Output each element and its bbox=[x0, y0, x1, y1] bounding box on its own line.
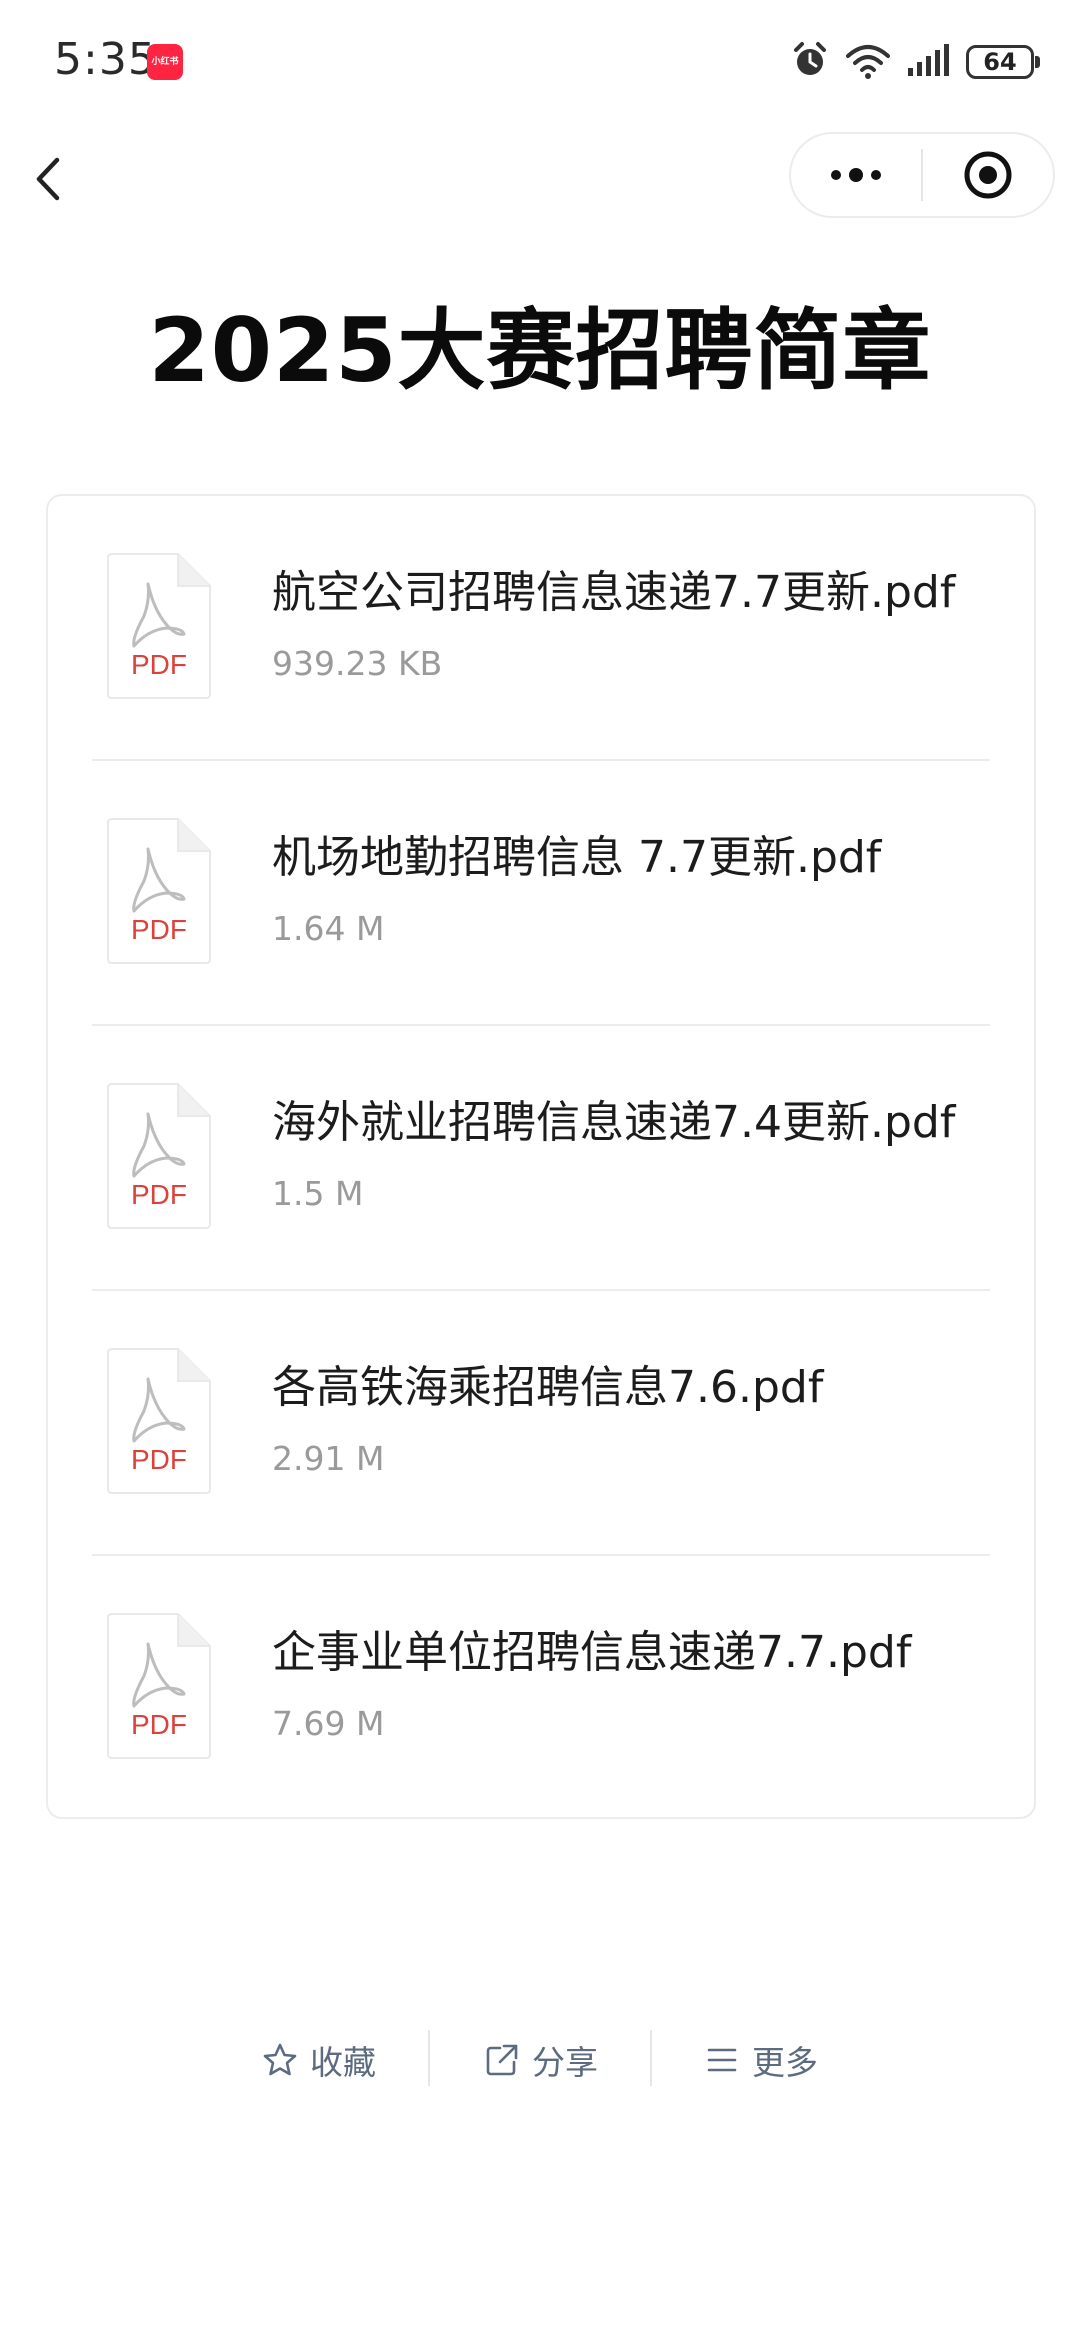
share-button[interactable]: 分享 bbox=[484, 2030, 598, 2090]
more-label: 更多 bbox=[752, 2043, 818, 2082]
file-size: 1.5 M bbox=[272, 1174, 364, 1213]
action-separator bbox=[428, 2030, 430, 2086]
favorite-label: 收藏 bbox=[310, 2043, 376, 2082]
status-time: 5:35 bbox=[54, 34, 157, 85]
pdf-type-label: PDF bbox=[131, 1444, 187, 1475]
pdf-file-icon: PDF bbox=[104, 1345, 214, 1497]
file-name: 航空公司招聘信息速递7.7更新.pdf bbox=[272, 567, 956, 618]
file-name: 各高铁海乘招聘信息7.6.pdf bbox=[272, 1362, 824, 1413]
wifi-icon bbox=[844, 40, 892, 84]
file-item[interactable]: PDF 航空公司招聘信息速递7.7更新.pdf 939.23 KB bbox=[48, 496, 1034, 761]
page-title: 2025大赛招聘简章 bbox=[148, 299, 932, 402]
pdf-file-icon: PDF bbox=[104, 1080, 214, 1232]
alarm-icon bbox=[790, 40, 830, 84]
app-badge: 小红书 bbox=[147, 44, 183, 80]
more-button[interactable]: 更多 bbox=[704, 2030, 818, 2090]
action-separator bbox=[650, 2030, 652, 2086]
star-icon bbox=[263, 2043, 297, 2076]
file-item[interactable]: PDF 机场地勤招聘信息 7.7更新.pdf 1.64 M bbox=[48, 761, 1034, 1026]
pdf-file-icon: PDF bbox=[104, 550, 214, 702]
battery-indicator: 64 bbox=[966, 45, 1040, 79]
file-item[interactable]: PDF 各高铁海乘招聘信息7.6.pdf 2.91 M bbox=[48, 1291, 1034, 1556]
signal-icon bbox=[906, 42, 952, 82]
pdf-type-label: PDF bbox=[131, 914, 187, 945]
pdf-file-icon: PDF bbox=[104, 815, 214, 967]
file-size: 1.64 M bbox=[272, 909, 385, 948]
file-item[interactable]: PDF 企事业单位招聘信息速递7.7.pdf 7.69 M bbox=[48, 1556, 1034, 1821]
back-button[interactable] bbox=[18, 146, 78, 212]
file-name: 海外就业招聘信息速递7.4更新.pdf bbox=[272, 1097, 956, 1148]
pdf-type-label: PDF bbox=[131, 1179, 187, 1210]
miniprogram-capsule bbox=[789, 132, 1055, 218]
share-icon bbox=[486, 2044, 518, 2076]
file-size: 7.69 M bbox=[272, 1704, 385, 1743]
file-list: PDF 航空公司招聘信息速递7.7更新.pdf 939.23 KB PDF 机场… bbox=[46, 494, 1036, 1819]
pdf-type-label: PDF bbox=[131, 1709, 187, 1740]
close-miniprogram-button[interactable] bbox=[923, 134, 1053, 216]
chevron-left-icon bbox=[36, 157, 60, 201]
file-size: 939.23 KB bbox=[272, 644, 443, 683]
status-icons: 64 bbox=[790, 40, 1040, 84]
favorite-button[interactable]: 收藏 bbox=[262, 2030, 376, 2090]
file-name: 企事业单位招聘信息速递7.7.pdf bbox=[272, 1627, 912, 1678]
pdf-type-label: PDF bbox=[131, 649, 187, 680]
target-close-icon bbox=[964, 151, 1012, 199]
more-menu-button[interactable] bbox=[791, 134, 921, 216]
share-label: 分享 bbox=[532, 2043, 598, 2082]
pdf-file-icon: PDF bbox=[104, 1610, 214, 1762]
bottom-actions: 收藏 分享 更多 bbox=[0, 2030, 1080, 2090]
more-dots-icon bbox=[831, 168, 881, 182]
file-size: 2.91 M bbox=[272, 1439, 385, 1478]
file-name: 机场地勤招聘信息 7.7更新.pdf bbox=[272, 832, 882, 883]
file-item[interactable]: PDF 海外就业招聘信息速递7.4更新.pdf 1.5 M bbox=[48, 1026, 1034, 1291]
status-bar: 5:35 小红书 64 bbox=[0, 0, 1080, 124]
menu-lines-icon bbox=[707, 2048, 737, 2072]
